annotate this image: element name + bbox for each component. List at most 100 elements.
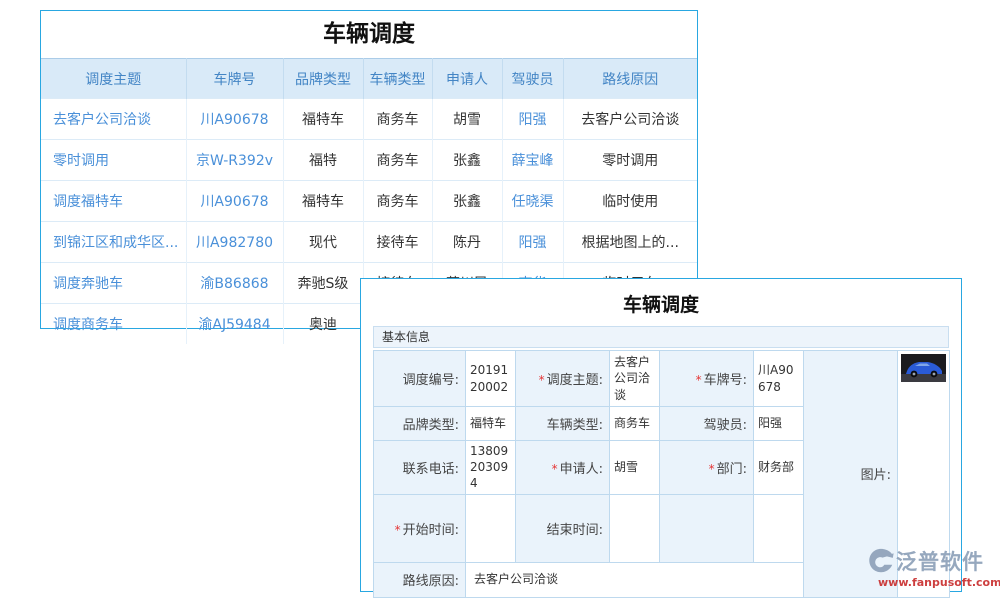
field-label-dispatch-no: 调度编号: (374, 351, 466, 407)
required-mark: * (552, 462, 558, 476)
cell-driver: 薛宝峰 (502, 140, 563, 181)
cell-reason: 临时使用 (563, 181, 697, 222)
field-value-phone[interactable]: 13809203094 (466, 441, 516, 495)
cell-driver: 阳强 (502, 222, 563, 263)
cell-type: 商务车 (363, 140, 432, 181)
table-row: 去客户公司洽谈 川A90678 福特车 商务车 胡雪 阳强 去客户公司洽谈 (41, 99, 697, 140)
field-value-dispatch-no[interactable]: 2019120002 (466, 351, 516, 407)
col-header-type: 车辆类型 (363, 59, 432, 99)
list-panel-title: 车辆调度 (41, 11, 697, 58)
plate-link[interactable]: 川A982780 (196, 235, 273, 251)
field-label-driver: 驾驶员: (660, 407, 754, 441)
cell-plate: 渝B86868 (186, 263, 283, 304)
driver-link[interactable]: 薛宝峰 (512, 153, 554, 169)
field-value-start-time[interactable] (466, 494, 516, 562)
required-mark: * (395, 523, 401, 537)
section-header-basic-info: 基本信息 (373, 326, 949, 348)
required-mark: * (696, 373, 702, 387)
col-header-applicant: 申请人 (432, 59, 502, 99)
col-header-plate: 车牌号 (186, 59, 283, 99)
cell-driver: 任晓渠 (502, 181, 563, 222)
cell-subject: 调度商务车 (41, 304, 186, 345)
table-row: 到锦江区和成华区... 川A982780 现代 接待车 陈丹 阳强 根据地图上的… (41, 222, 697, 263)
driver-link[interactable]: 阳强 (519, 112, 547, 128)
cell-brand: 奔驰S级 (283, 263, 363, 304)
form-row: 调度编号: 2019120002 *调度主题: 去客户公司洽谈 *车牌号: 川A… (374, 351, 950, 407)
col-header-brand: 品牌类型 (283, 59, 363, 99)
cell-plate: 渝AJ59484 (186, 304, 283, 345)
cell-plate: 京W-R392v (186, 140, 283, 181)
cell-driver: 阳强 (502, 99, 563, 140)
table-row: 零时调用 京W-R392v 福特 商务车 张鑫 薛宝峰 零时调用 (41, 140, 697, 181)
required-mark: * (539, 373, 545, 387)
field-value-subject[interactable]: 去客户公司洽谈 (610, 351, 660, 407)
plate-link[interactable]: 川A90678 (200, 194, 268, 210)
subject-link[interactable]: 调度商务车 (53, 317, 123, 333)
driver-link[interactable]: 任晓渠 (512, 194, 554, 210)
cell-subject: 去客户公司洽谈 (41, 99, 186, 140)
field-label-plate: *车牌号: (660, 351, 754, 407)
fanpu-logo-icon (866, 546, 896, 576)
field-value-end-time[interactable] (610, 494, 660, 562)
cell-plate: 川A90678 (186, 99, 283, 140)
cell-applicant: 胡雪 (432, 99, 502, 140)
cell-brand: 福特 (283, 140, 363, 181)
field-label-department: *部门: (660, 441, 754, 495)
cell-subject: 调度福特车 (41, 181, 186, 222)
field-label-vehicle-type: 车辆类型: (516, 407, 610, 441)
plate-link[interactable]: 渝B86868 (200, 276, 268, 292)
cell-applicant: 陈丹 (432, 222, 502, 263)
field-label-brand: 品牌类型: (374, 407, 466, 441)
field-value-vehicle-type[interactable]: 商务车 (610, 407, 660, 441)
vehicle-dispatch-detail-panel: 车辆调度 基本信息 调度编号: 2019120002 *调度主题: 去客户公司洽… (360, 278, 962, 592)
logo-row: 泛普软件 (866, 546, 1000, 576)
field-label-subject: *调度主题: (516, 351, 610, 407)
subject-link[interactable]: 调度福特车 (53, 194, 123, 210)
field-value-empty[interactable] (754, 494, 804, 562)
plate-link[interactable]: 渝AJ59484 (198, 317, 270, 333)
detail-panel-title: 车辆调度 (361, 279, 961, 326)
cell-subject: 到锦江区和成华区... (41, 222, 186, 263)
field-value-plate[interactable]: 川A90678 (754, 351, 804, 407)
subject-link[interactable]: 去客户公司洽谈 (53, 112, 151, 128)
field-value-applicant[interactable]: 胡雪 (610, 441, 660, 495)
field-label-applicant: *申请人: (516, 441, 610, 495)
field-label-start-time: *开始时间: (374, 494, 466, 562)
fanpu-watermark-logo: 泛普软件 www.fanpusoft.com (866, 546, 1000, 589)
cell-applicant: 张鑫 (432, 181, 502, 222)
field-value-brand[interactable]: 福特车 (466, 407, 516, 441)
driver-link[interactable]: 阳强 (519, 235, 547, 251)
cell-subject: 零时调用 (41, 140, 186, 181)
cell-applicant: 张鑫 (432, 140, 502, 181)
col-header-subject: 调度主题 (41, 59, 186, 99)
cell-brand: 现代 (283, 222, 363, 263)
logo-text: 泛普软件 (896, 546, 984, 576)
plate-link[interactable]: 京W-R392v (196, 153, 273, 169)
col-header-reason: 路线原因 (563, 59, 697, 99)
vehicle-photo (901, 354, 946, 382)
subject-link[interactable]: 到锦江区和成华区... (53, 235, 178, 251)
table-row: 调度福特车 川A90678 福特车 商务车 张鑫 任晓渠 临时使用 (41, 181, 697, 222)
subject-link[interactable]: 调度奔驰车 (53, 276, 123, 292)
field-value-route-reason[interactable]: 去客户公司洽谈 (466, 562, 804, 597)
plate-link[interactable]: 川A90678 (200, 112, 268, 128)
detail-form-table: 调度编号: 2019120002 *调度主题: 去客户公司洽谈 *车牌号: 川A… (373, 350, 950, 598)
subject-link[interactable]: 零时调用 (53, 153, 109, 169)
cell-subject: 调度奔驰车 (41, 263, 186, 304)
cell-type: 商务车 (363, 99, 432, 140)
cell-reason: 根据地图上的... (563, 222, 697, 263)
field-label-empty (660, 494, 754, 562)
col-header-driver: 驾驶员 (502, 59, 563, 99)
cell-type: 接待车 (363, 222, 432, 263)
cell-reason: 去客户公司洽谈 (563, 99, 697, 140)
field-value-driver[interactable]: 阳强 (754, 407, 804, 441)
cell-brand: 福特车 (283, 181, 363, 222)
field-value-department[interactable]: 财务部 (754, 441, 804, 495)
cell-reason: 零时调用 (563, 140, 697, 181)
logo-url[interactable]: www.fanpusoft.com (878, 576, 1000, 589)
field-label-end-time: 结束时间: (516, 494, 610, 562)
field-label-phone: 联系电话: (374, 441, 466, 495)
cell-type: 商务车 (363, 181, 432, 222)
cell-brand: 福特车 (283, 99, 363, 140)
cell-plate: 川A982780 (186, 222, 283, 263)
